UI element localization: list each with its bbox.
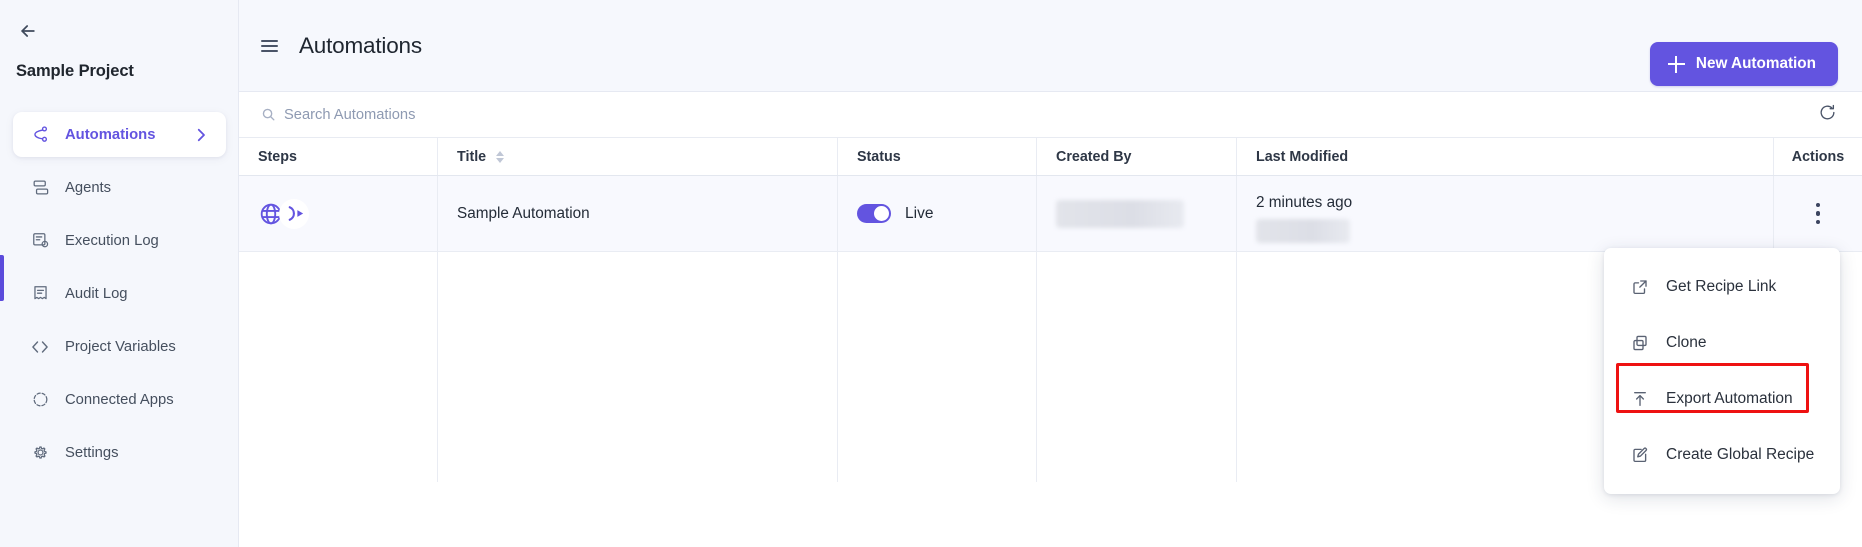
kebab-menu-icon[interactable] [1806,197,1830,230]
code-brackets-icon [30,337,50,357]
arrow-left-icon [18,21,38,46]
sidebar-item-label: Automations [65,126,156,143]
sort-asc-arrow [496,150,505,156]
empty-cell-status [838,252,1037,482]
column-header-created-by: Created By [1037,138,1237,175]
cell-steps [239,176,438,251]
column-header-title[interactable]: Title [438,138,838,175]
menu-item-export-automation[interactable]: Export Automation [1604,371,1840,427]
audit-log-icon [30,284,50,304]
back-button[interactable] [14,20,42,46]
status-toggle-group: Live [857,204,933,223]
sidebar-item-label: Project Variables [65,338,176,355]
column-header-steps: Steps [239,138,438,175]
sort-desc-arrow [496,157,505,163]
page-title: Automations [299,32,422,58]
menu-item-label: Create Global Recipe [1666,446,1815,463]
menu-item-create-global-recipe[interactable]: Create Global Recipe [1604,427,1840,483]
refresh-icon [1818,103,1837,127]
column-header-label: Steps [258,148,297,165]
sidebar-item-label: Agents [65,179,112,196]
search-input[interactable] [284,106,704,123]
sort-toggle-icon[interactable] [496,150,505,163]
table-row[interactable]: Sample Automation Live 2 minutes ago [239,176,1862,252]
redacted-created-by [1056,199,1184,228]
redacted-last-modified [1256,219,1350,243]
execution-log-icon [30,231,50,251]
cell-created-by [1037,176,1237,251]
kebab-dot [1815,203,1821,208]
column-header-label: Actions [1791,148,1845,165]
sidebar-item-label: Connected Apps [65,391,174,408]
chevron-right-icon [192,126,210,144]
last-modified-text: 2 minutes ago [1256,194,1353,211]
search-bar [239,92,1862,138]
column-header-last-modified: Last Modified [1237,138,1774,175]
column-header-status: Status [838,138,1037,175]
cell-status: Live [838,176,1037,251]
menu-item-label: Export Automation [1666,390,1793,407]
menu-item-label: Get Recipe Link [1666,278,1777,295]
sidebar-item-label: Settings [65,444,119,461]
status-label: Live [905,204,934,222]
empty-cell-steps [239,252,438,482]
sidebar-item-label: Execution Log [65,232,159,249]
empty-cell-title [438,252,838,482]
status-toggle[interactable] [857,204,891,223]
sidebar-item-project-variables[interactable]: Project Variables [13,324,226,369]
table-header-row: Steps Title Status Created By Last Modif [239,138,1862,176]
row-context-menu: Get Recipe Link Clone Export Automation [1604,248,1840,494]
hamburger-icon[interactable] [261,35,283,57]
new-automation-button[interactable]: New Automation [1649,42,1838,86]
sidebar-item-settings[interactable]: Settings [13,430,226,475]
column-header-label: Title [457,148,487,165]
column-header-label: Created By [1056,148,1132,165]
agents-icon [30,178,50,198]
column-header-label: Status [857,148,901,165]
external-link-icon [1630,278,1649,297]
hamburger-line [261,44,278,47]
connector-arrow-icon [279,198,309,229]
steps-icon-group [258,197,309,231]
menu-item-label: Clone [1666,334,1707,351]
automation-title: Sample Automation [457,204,590,222]
automations-icon [30,125,50,145]
automations-page: Sample Project Automations Agents Execut… [0,0,1862,547]
sidebar-item-connected-apps[interactable]: Connected Apps [13,377,226,422]
sidebar-item-agents[interactable]: Agents [13,165,226,210]
sidebar-item-automations[interactable]: Automations [13,112,226,157]
menu-item-clone[interactable]: Clone [1604,315,1840,371]
menu-item-get-recipe-link[interactable]: Get Recipe Link [1604,259,1840,315]
toggle-knob [874,206,889,221]
column-header-actions: Actions [1774,138,1862,175]
sidebar-nav: Automations Agents Execution Log Audit L… [0,112,239,483]
topbar: Automations New Automation [239,0,1862,92]
cell-title: Sample Automation [438,176,838,251]
plus-icon [1667,55,1685,73]
connected-apps-icon [30,390,50,410]
hamburger-line [261,49,278,52]
project-title: Sample Project [16,62,134,80]
new-automation-button-label: New Automation [1695,55,1816,72]
gear-icon [30,443,50,463]
empty-cell-created-by [1037,252,1237,482]
column-header-label: Last Modified [1256,148,1349,165]
sidebar-item-audit-log[interactable]: Audit Log [13,271,226,316]
sidebar-item-execution-log[interactable]: Execution Log [13,218,226,263]
refresh-button[interactable] [1814,102,1840,128]
cell-actions [1774,176,1862,251]
upload-icon [1630,390,1649,409]
sidebar: Sample Project Automations Agents Execut… [0,0,239,547]
kebab-dot [1815,219,1821,224]
kebab-dot [1815,211,1821,216]
cell-last-modified: 2 minutes ago [1237,176,1774,251]
edit-square-icon [1630,446,1649,465]
search-icon [261,107,276,122]
sidebar-item-label: Audit Log [65,285,128,302]
copy-icon [1630,334,1649,353]
hamburger-line [261,39,278,42]
